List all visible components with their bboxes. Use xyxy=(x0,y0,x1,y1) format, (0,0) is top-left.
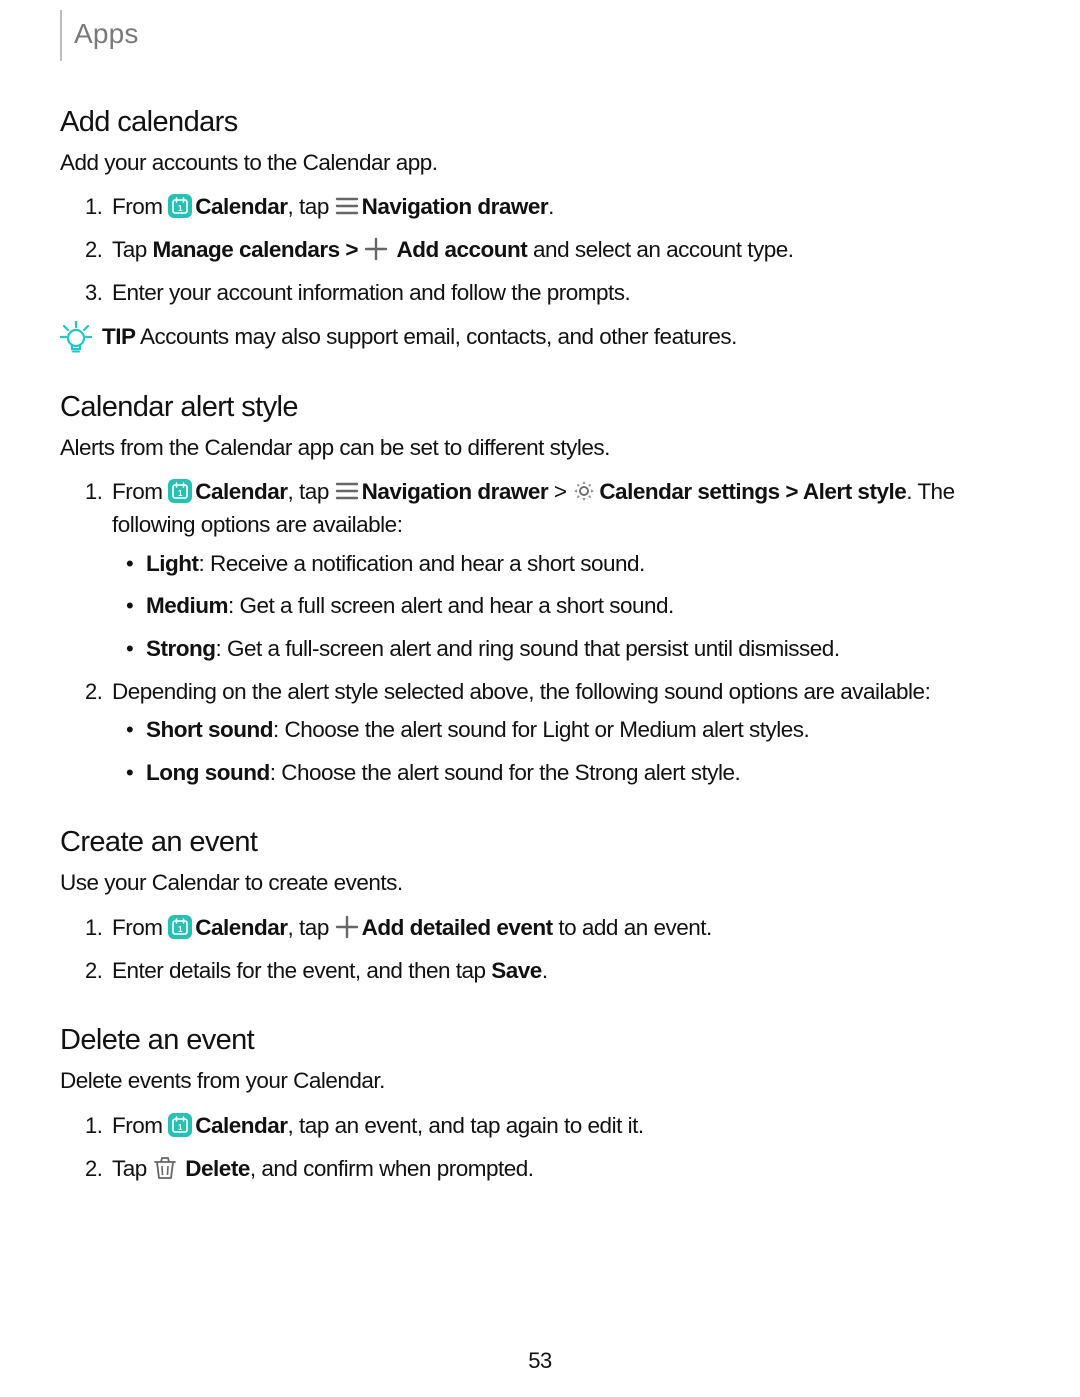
plus-icon xyxy=(335,915,359,939)
heading-delete-event: Delete an event xyxy=(60,1019,1020,1061)
calendar-icon xyxy=(168,1113,192,1137)
step: From Calendar, tap Navigation drawer. xyxy=(108,191,1020,224)
tip-callout: TIP Accounts may also support email, con… xyxy=(60,321,1020,354)
trash-icon xyxy=(153,1156,177,1180)
heading-add-calendars: Add calendars xyxy=(60,101,1020,143)
heading-alert-style: Calendar alert style xyxy=(60,386,1020,428)
calendar-icon xyxy=(168,194,192,218)
step: From Calendar, tap Navigation drawer > C… xyxy=(108,476,1020,665)
step: Tap Delete, and confirm when prompted. xyxy=(108,1153,1020,1186)
step: From Calendar, tap Add detailed event to… xyxy=(108,912,1020,945)
steps-add-calendars: From Calendar, tap Navigation drawer. Ta… xyxy=(60,191,1020,309)
intro-add-calendars: Add your accounts to the Calendar app. xyxy=(60,147,1020,180)
steps-alert-style: From Calendar, tap Navigation drawer > C… xyxy=(60,476,1020,789)
navigation-drawer-icon xyxy=(335,194,359,218)
intro-alert-style: Alerts from the Calendar app can be set … xyxy=(60,432,1020,465)
step: Tap Manage calendars > Add account and s… xyxy=(108,234,1020,267)
calendar-icon xyxy=(168,479,192,503)
page-number: 53 xyxy=(0,1345,1080,1377)
plus-icon xyxy=(364,237,388,261)
list-item: Light: Receive a notification and hear a… xyxy=(142,548,1020,581)
step: Depending on the alert style selected ab… xyxy=(108,676,1020,790)
navigation-drawer-icon xyxy=(335,479,359,503)
step: Enter details for the event, and then ta… xyxy=(108,955,1020,988)
breadcrumb: Apps xyxy=(60,10,1020,61)
heading-create-event: Create an event xyxy=(60,821,1020,863)
sub-list: Short sound: Choose the alert sound for … xyxy=(112,714,1020,789)
step: Enter your account information and follo… xyxy=(108,277,1020,310)
list-item: Short sound: Choose the alert sound for … xyxy=(142,714,1020,747)
steps-delete-event: From Calendar, tap an event, and tap aga… xyxy=(60,1110,1020,1185)
list-item: Strong: Get a full-screen alert and ring… xyxy=(142,633,1020,666)
list-item: Medium: Get a full screen alert and hear… xyxy=(142,590,1020,623)
gear-icon xyxy=(572,479,596,503)
steps-create-event: From Calendar, tap Add detailed event to… xyxy=(60,912,1020,987)
calendar-icon xyxy=(168,915,192,939)
list-item: Long sound: Choose the alert sound for t… xyxy=(142,757,1020,790)
lightbulb-icon xyxy=(60,321,92,353)
intro-create-event: Use your Calendar to create events. xyxy=(60,867,1020,900)
intro-delete-event: Delete events from your Calendar. xyxy=(60,1065,1020,1098)
sub-list: Light: Receive a notification and hear a… xyxy=(112,548,1020,666)
step: From Calendar, tap an event, and tap aga… xyxy=(108,1110,1020,1143)
